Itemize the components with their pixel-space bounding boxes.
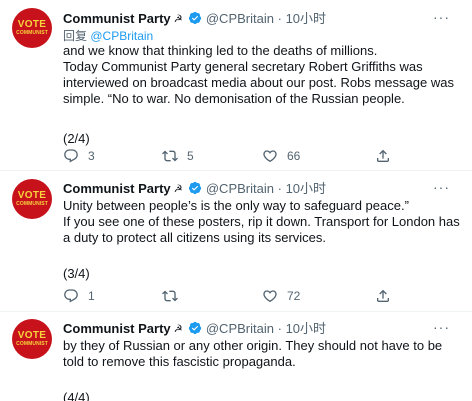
- like-button[interactable]: 72: [262, 286, 300, 306]
- timestamp[interactable]: 10小时: [286, 321, 326, 336]
- tweet-actions: 1 72: [63, 286, 452, 306]
- avatar-text-communist: COMMUNIST: [16, 201, 48, 207]
- more-options-icon[interactable]: ···: [433, 180, 450, 194]
- tweet-content: Communist Party ☭ @CPBritain · 10小时 ··· U…: [63, 180, 462, 282]
- tweet-header: Communist Party ☭ @CPBritain · 10小时 ···: [63, 180, 462, 198]
- retweet-count: 5: [187, 149, 194, 163]
- timestamp[interactable]: 10小时: [286, 181, 326, 196]
- reply-count: 1: [88, 289, 95, 303]
- thread-counter: (2/4): [63, 131, 90, 146]
- replying-mention-link[interactable]: @CPBritain: [90, 29, 153, 43]
- display-name[interactable]: Communist Party: [63, 11, 171, 26]
- avatar-text-vote: VOTE: [17, 19, 47, 30]
- like-count: 72: [287, 289, 301, 303]
- more-options-icon[interactable]: ···: [433, 10, 450, 24]
- tweet-text: by they of Russian or any other origin. …: [63, 338, 443, 369]
- tweet[interactable]: VOTE COMMUNIST Communist Party ☭ @CPBrita…: [0, 171, 472, 312]
- tweet-header: Communist Party ☭ @CPBritain · 10小时 ···: [63, 10, 462, 28]
- share-icon: [377, 289, 389, 302]
- retweet-icon: [162, 150, 178, 162]
- user-handle[interactable]: @CPBritain: [206, 11, 274, 26]
- user-handle[interactable]: @CPBritain: [206, 181, 274, 196]
- reply-button[interactable]: 1: [63, 286, 95, 306]
- reply-button[interactable]: 3: [63, 146, 95, 166]
- tweet-text: and we know that thinking led to the dea…: [63, 43, 454, 106]
- more-options-icon[interactable]: ···: [433, 320, 450, 334]
- verified-badge-icon: [189, 11, 202, 25]
- reply-count: 3: [88, 149, 95, 163]
- share-button[interactable]: [375, 286, 391, 306]
- avatar[interactable]: VOTE COMMUNIST: [12, 319, 52, 359]
- user-handle[interactable]: @CPBritain: [206, 321, 274, 336]
- tweet[interactable]: VOTE COMMUNIST Communist Party ☭ @CPBrita…: [0, 0, 472, 171]
- replying-to: 回复 @CPBritain: [63, 29, 462, 43]
- retweet-button[interactable]: 5: [162, 146, 194, 166]
- display-name[interactable]: Communist Party: [63, 321, 171, 336]
- tweet-thread: VOTE COMMUNIST Communist Party ☭ @CPBrita…: [0, 0, 472, 401]
- avatar[interactable]: VOTE COMMUNIST: [12, 179, 52, 219]
- like-count: 66: [287, 149, 301, 163]
- verified-badge-icon: [189, 321, 202, 335]
- avatar-text-vote: VOTE: [17, 190, 47, 201]
- thread-counter: (4/4): [63, 390, 90, 401]
- tweet-text: Unity between people’s is the only way t…: [63, 198, 460, 245]
- verified-badge-icon: [189, 181, 202, 195]
- hammer-sickle-emoji: ☭: [173, 184, 183, 195]
- reply-icon: [64, 289, 78, 303]
- avatar-text-communist: COMMUNIST: [16, 30, 48, 36]
- tweet[interactable]: VOTE COMMUNIST Communist Party ☭ @CPBrita…: [0, 312, 472, 401]
- like-button[interactable]: 66: [262, 146, 300, 166]
- reply-icon: [64, 149, 78, 163]
- separator-dot: ·: [277, 321, 282, 336]
- share-button[interactable]: [375, 146, 391, 166]
- share-icon: [377, 149, 389, 162]
- separator-dot: ·: [277, 181, 282, 196]
- display-name[interactable]: Communist Party: [63, 181, 171, 196]
- avatar-text-vote: VOTE: [17, 330, 47, 341]
- avatar[interactable]: VOTE COMMUNIST: [12, 8, 52, 48]
- tweet-actions: 3 5 66: [63, 146, 452, 166]
- tweet-header: Communist Party ☭ @CPBritain · 10小时 ···: [63, 320, 462, 338]
- hammer-sickle-emoji: ☭: [173, 14, 183, 25]
- retweet-icon: [162, 290, 178, 302]
- tweet-content: Communist Party ☭ @CPBritain · 10小时 ··· b…: [63, 320, 462, 401]
- timestamp[interactable]: 10小时: [286, 11, 326, 26]
- avatar-text-communist: COMMUNIST: [16, 341, 48, 347]
- like-heart-icon: [263, 150, 277, 163]
- like-heart-icon: [263, 290, 277, 303]
- replying-prefix: 回复: [63, 29, 88, 43]
- tweet-content: Communist Party ☭ @CPBritain · 10小时 ··· 回…: [63, 10, 462, 147]
- hammer-sickle-emoji: ☭: [173, 324, 183, 335]
- thread-counter: (3/4): [63, 266, 90, 281]
- separator-dot: ·: [277, 11, 282, 26]
- retweet-button[interactable]: [162, 286, 187, 306]
